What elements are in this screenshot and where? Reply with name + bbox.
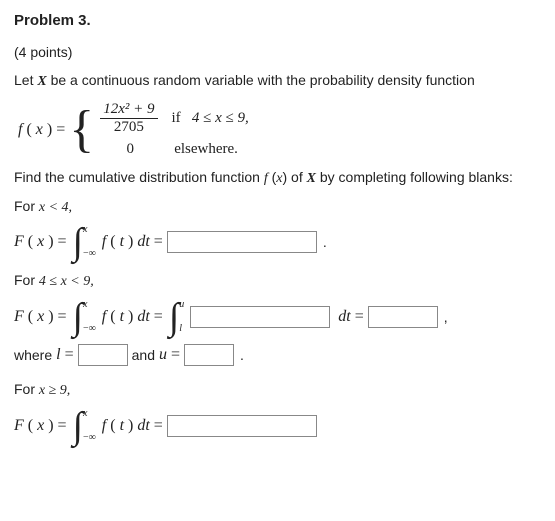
pdf-f: f bbox=[18, 121, 22, 139]
case2-t1: t bbox=[120, 308, 124, 326]
case3-dt: dt bbox=[137, 417, 149, 435]
case1-int-lower: −∞ bbox=[83, 249, 96, 259]
case2-cond: 4 ≤ x < 9, bbox=[39, 274, 94, 289]
points-line: (4 points) bbox=[14, 43, 541, 63]
pdf-eq: = bbox=[56, 121, 65, 139]
case2-dt2: dt bbox=[338, 308, 350, 326]
case1-integral: ∫ x −∞ bbox=[73, 225, 96, 259]
pdf-open-paren: ( bbox=[26, 121, 31, 139]
case3-t: t bbox=[120, 417, 124, 435]
case3-int-upper: x bbox=[83, 409, 96, 419]
pdf-definition: f ( x) = { 12x² + 9 2705 if 4 ≤ x ≤ 9, 0 … bbox=[18, 101, 541, 158]
case2-equation: F (x) = ∫ x −∞ f (t) dt = ∫ u l dt = , bbox=[14, 300, 541, 334]
find-mid: of bbox=[287, 169, 306, 185]
pdf-x: x bbox=[36, 121, 43, 139]
case3-x: x bbox=[37, 417, 44, 435]
case3-int-lower: −∞ bbox=[83, 433, 96, 443]
case1-cond: x < 4, bbox=[39, 200, 72, 215]
case1-period: . bbox=[323, 234, 327, 250]
case1-F: F bbox=[14, 233, 24, 251]
case1-eq2: = bbox=[154, 233, 163, 251]
case2-where-period: . bbox=[240, 347, 244, 363]
case1-answer-input[interactable] bbox=[167, 231, 317, 253]
case2-integral-2: ∫ u l bbox=[169, 300, 184, 334]
find-f: f bbox=[264, 171, 268, 186]
piecewise: 12x² + 9 2705 if 4 ≤ x ≤ 9, 0 elsewhere. bbox=[100, 101, 249, 158]
case2-comma: , bbox=[444, 309, 448, 325]
intro-text-a: Let bbox=[14, 72, 37, 88]
case2-where: where bbox=[14, 347, 52, 363]
problem-title: Problem 3. bbox=[14, 12, 541, 29]
case2-eq3: = bbox=[355, 308, 364, 326]
case2-and: and bbox=[132, 347, 155, 363]
case2-l-input[interactable] bbox=[78, 344, 128, 366]
case2-l: l bbox=[56, 346, 60, 364]
case2-integrand-input[interactable] bbox=[190, 306, 330, 328]
pdf-cond2: elsewhere. bbox=[174, 141, 238, 158]
case2-F: F bbox=[14, 308, 24, 326]
find-a: Find the cumulative distribution functio… bbox=[14, 169, 264, 185]
pdf-denominator: 2705 bbox=[111, 119, 147, 136]
case2-where-line: where l = and u = . bbox=[14, 344, 541, 366]
pdf-close-paren: ) bbox=[47, 121, 52, 139]
case2-integral-1: ∫ x −∞ bbox=[73, 300, 96, 334]
case3-answer-input[interactable] bbox=[167, 415, 317, 437]
intro-text-b: be a continuous random variable with the… bbox=[47, 72, 475, 88]
case3-cond: x ≥ 9, bbox=[39, 383, 70, 398]
case1-dt: dt bbox=[137, 233, 149, 251]
case3-F: F bbox=[14, 417, 24, 435]
case2-dt1: dt bbox=[137, 308, 149, 326]
case3-ft: f bbox=[102, 417, 106, 435]
case3-for: For x ≥ 9, bbox=[14, 380, 541, 401]
case2-int1-upper: x bbox=[83, 300, 96, 310]
case3-integral: ∫ x −∞ bbox=[73, 409, 96, 443]
pdf-cond1-expr: 4 ≤ x ≤ 9, bbox=[188, 110, 249, 126]
pdf-fraction: 12x² + 9 2705 bbox=[100, 101, 157, 135]
case1-for-label: For bbox=[14, 198, 39, 214]
brace-icon: { bbox=[69, 104, 94, 156]
piece-row-2: 0 elsewhere. bbox=[100, 141, 249, 158]
pdf-if: if bbox=[172, 110, 181, 126]
pdf-cond1: if 4 ≤ x ≤ 9, bbox=[172, 110, 249, 127]
integral-icon: ∫ bbox=[73, 226, 83, 258]
case2-result-input[interactable] bbox=[368, 306, 438, 328]
case2-int2-lower: l bbox=[179, 324, 184, 334]
piece-row-1: 12x² + 9 2705 if 4 ≤ x ≤ 9, bbox=[100, 101, 249, 135]
integral-icon: ∫ bbox=[73, 301, 83, 333]
intro-var-X: X bbox=[37, 74, 46, 89]
case1-t: t bbox=[120, 233, 124, 251]
case2-int2-upper: u bbox=[179, 300, 184, 310]
case2-u-input[interactable] bbox=[184, 344, 234, 366]
case2-eq: = bbox=[58, 308, 67, 326]
case2-for-label: For bbox=[14, 272, 39, 288]
case2-u: u bbox=[159, 346, 167, 364]
case2-int1-lower: −∞ bbox=[83, 324, 96, 334]
case2-x: x bbox=[37, 308, 44, 326]
case3-equation: F (x) = ∫ x −∞ f (t) dt = bbox=[14, 409, 541, 443]
case1-ft: f bbox=[102, 233, 106, 251]
case3-eq2: = bbox=[154, 417, 163, 435]
find-end: by completing following blanks: bbox=[316, 169, 513, 185]
case1-eq: = bbox=[58, 233, 67, 251]
case1-equation: F (x) = ∫ x −∞ f (t) dt = . bbox=[14, 225, 541, 259]
pdf-numerator: 12x² + 9 bbox=[100, 101, 157, 119]
case1-x: x bbox=[37, 233, 44, 251]
integral-icon: ∫ bbox=[73, 410, 83, 442]
case1-for: For x < 4, bbox=[14, 197, 541, 218]
case3-eq: = bbox=[58, 417, 67, 435]
case1-int-upper: x bbox=[83, 225, 96, 235]
case3-for-label: For bbox=[14, 381, 39, 397]
find-X: X bbox=[307, 171, 316, 186]
pdf-zero: 0 bbox=[100, 141, 160, 158]
find-line: Find the cumulative distribution functio… bbox=[14, 168, 541, 189]
find-x: x bbox=[276, 171, 282, 186]
integral-icon: ∫ bbox=[169, 301, 179, 333]
case2-for: For 4 ≤ x < 9, bbox=[14, 271, 541, 292]
case2-ft1: f bbox=[102, 308, 106, 326]
intro-line: Let X be a continuous random variable wi… bbox=[14, 71, 541, 92]
